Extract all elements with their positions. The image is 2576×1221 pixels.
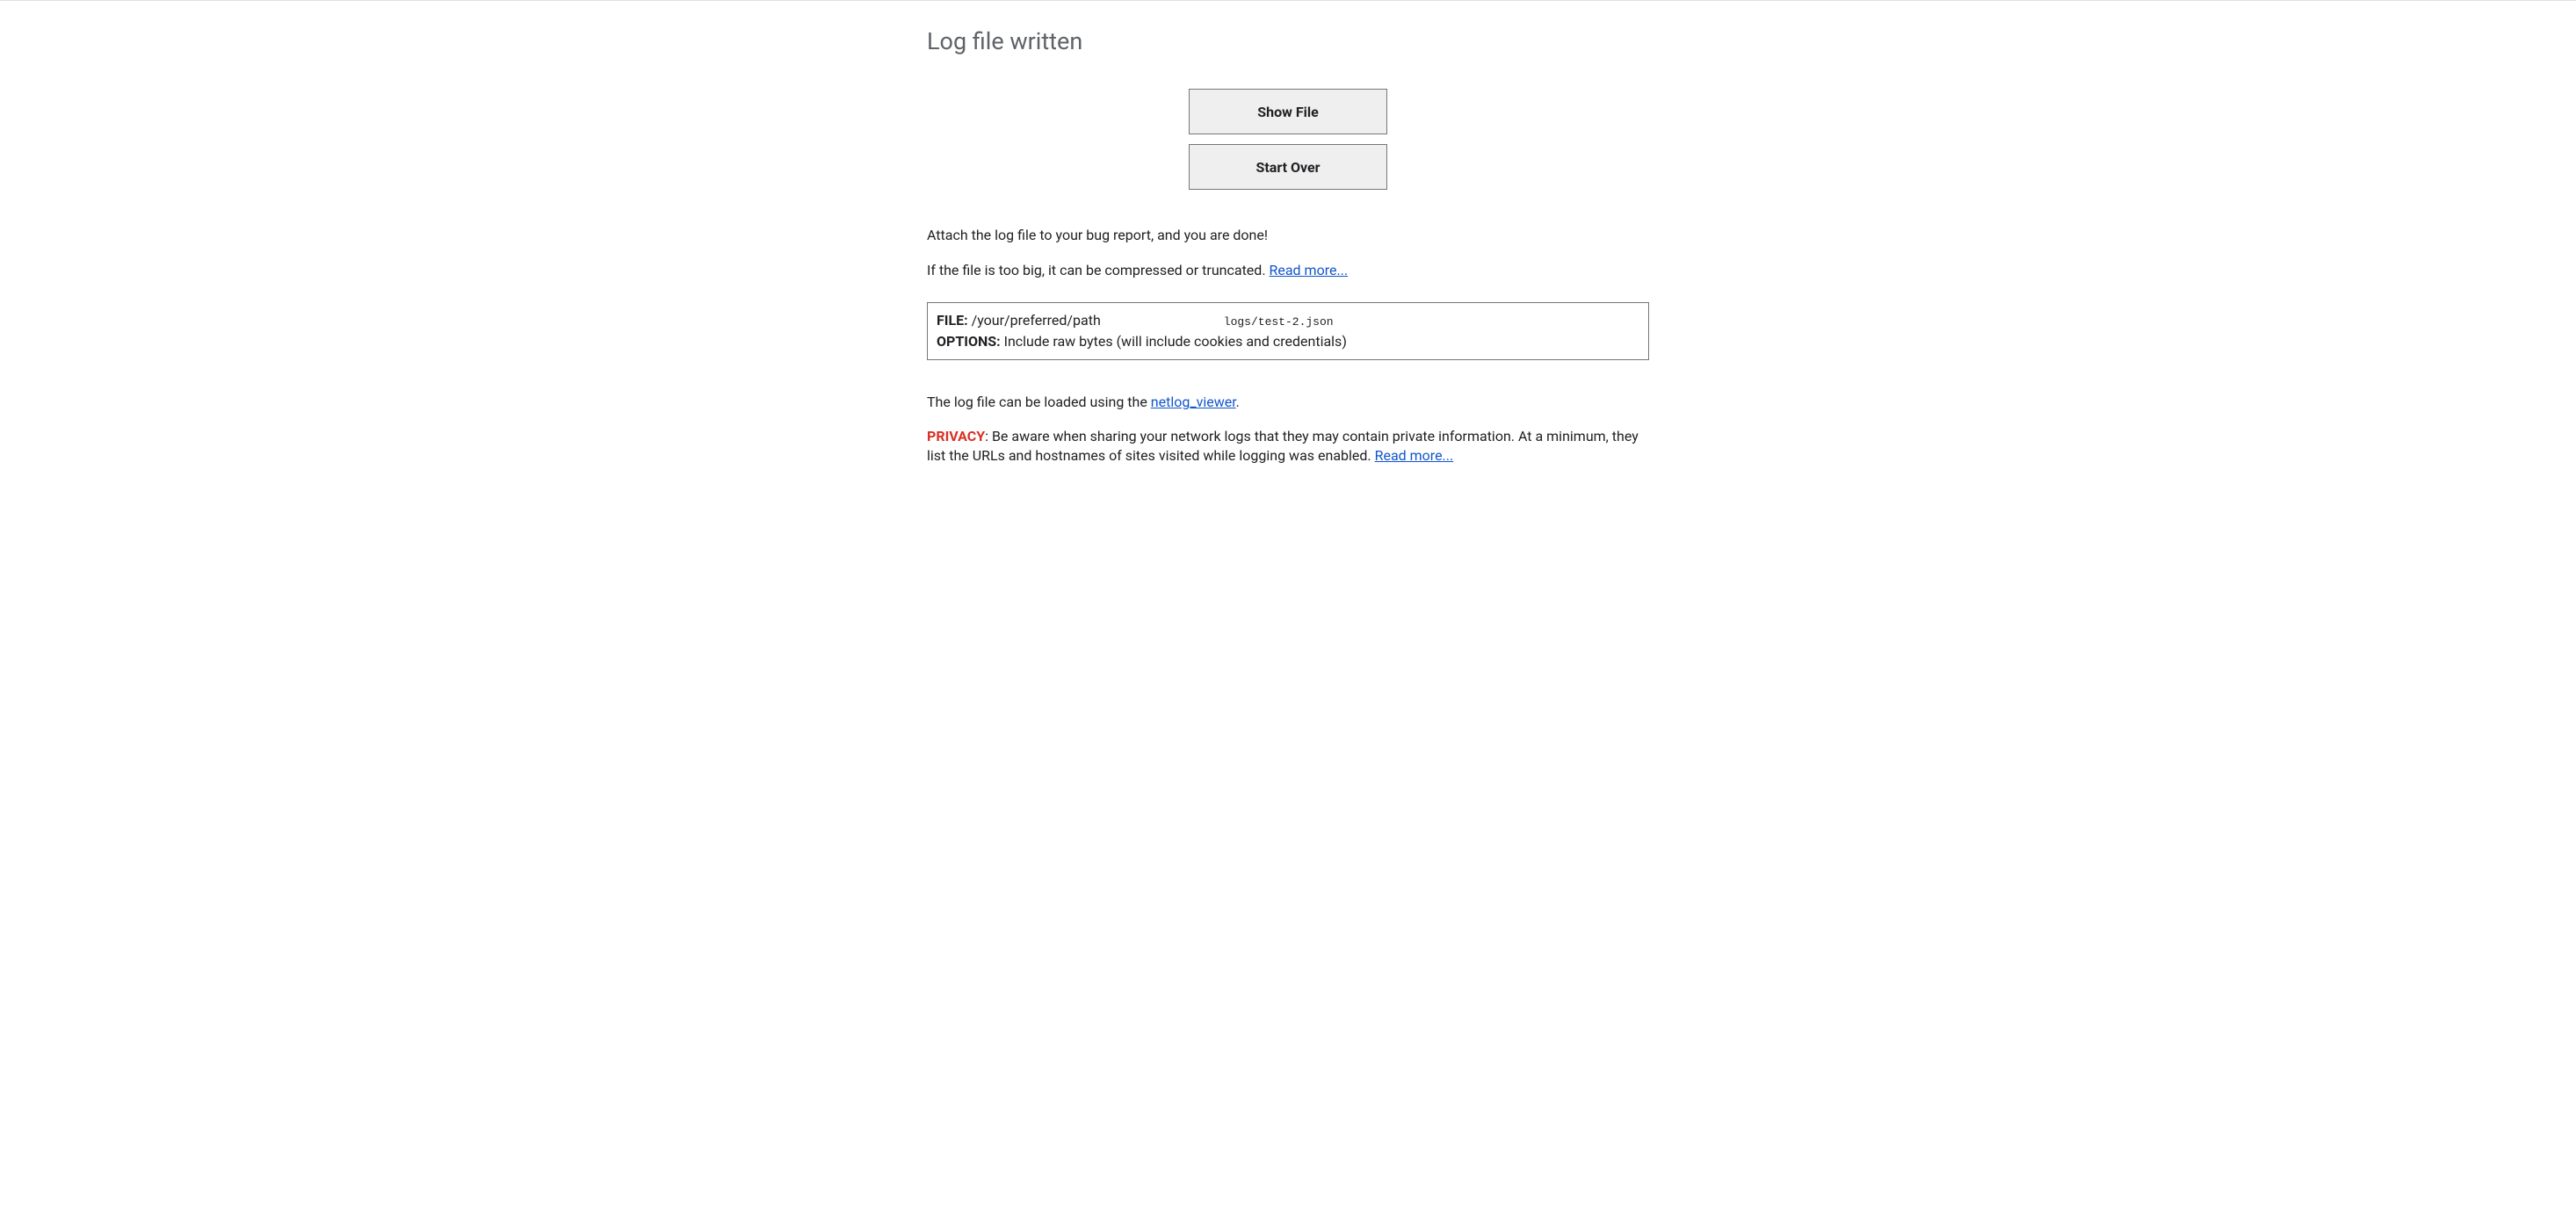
privacy-label: PRIVACY [927, 428, 985, 444]
start-over-button[interactable]: Start Over [1189, 144, 1387, 190]
file-path-suffix: logs/test-2.json [1224, 315, 1334, 329]
button-stack: Show File Start Over [927, 89, 1649, 190]
netlog-viewer-link[interactable]: netlog_viewer [1151, 394, 1236, 410]
file-info-box: FILE: /your/preferred/path logs/test-2.js… [927, 302, 1649, 360]
show-file-button[interactable]: Show File [1189, 89, 1387, 134]
main-container: Log file written Show File Start Over At… [927, 1, 1649, 466]
viewer-prefix: The log file can be loaded using the [927, 394, 1151, 410]
options-value: Include raw bytes (will include cookies … [1001, 333, 1347, 350]
viewer-suffix: . [1236, 394, 1240, 410]
options-row: OPTIONS: Include raw bytes (will include… [937, 331, 1639, 352]
options-label: OPTIONS: [937, 333, 1001, 350]
compress-instruction-text: If the file is too big, it can be compre… [927, 262, 1270, 278]
file-label: FILE: [937, 312, 968, 329]
read-more-link-privacy[interactable]: Read more... [1375, 447, 1454, 464]
file-row: FILE: /your/preferred/path logs/test-2.js… [937, 310, 1639, 331]
compress-instruction: If the file is too big, it can be compre… [927, 260, 1649, 281]
read-more-link-compress[interactable]: Read more... [1270, 262, 1349, 278]
page-title: Log file written [927, 27, 1649, 55]
attach-instruction: Attach the log file to your bug report, … [927, 225, 1649, 246]
viewer-instruction: The log file can be loaded using the net… [927, 392, 1649, 413]
file-path-prefix: /your/preferred/path [968, 312, 1101, 329]
privacy-notice: PRIVACY: Be aware when sharing your netw… [927, 427, 1649, 466]
privacy-text: : Be aware when sharing your network log… [927, 428, 1639, 464]
